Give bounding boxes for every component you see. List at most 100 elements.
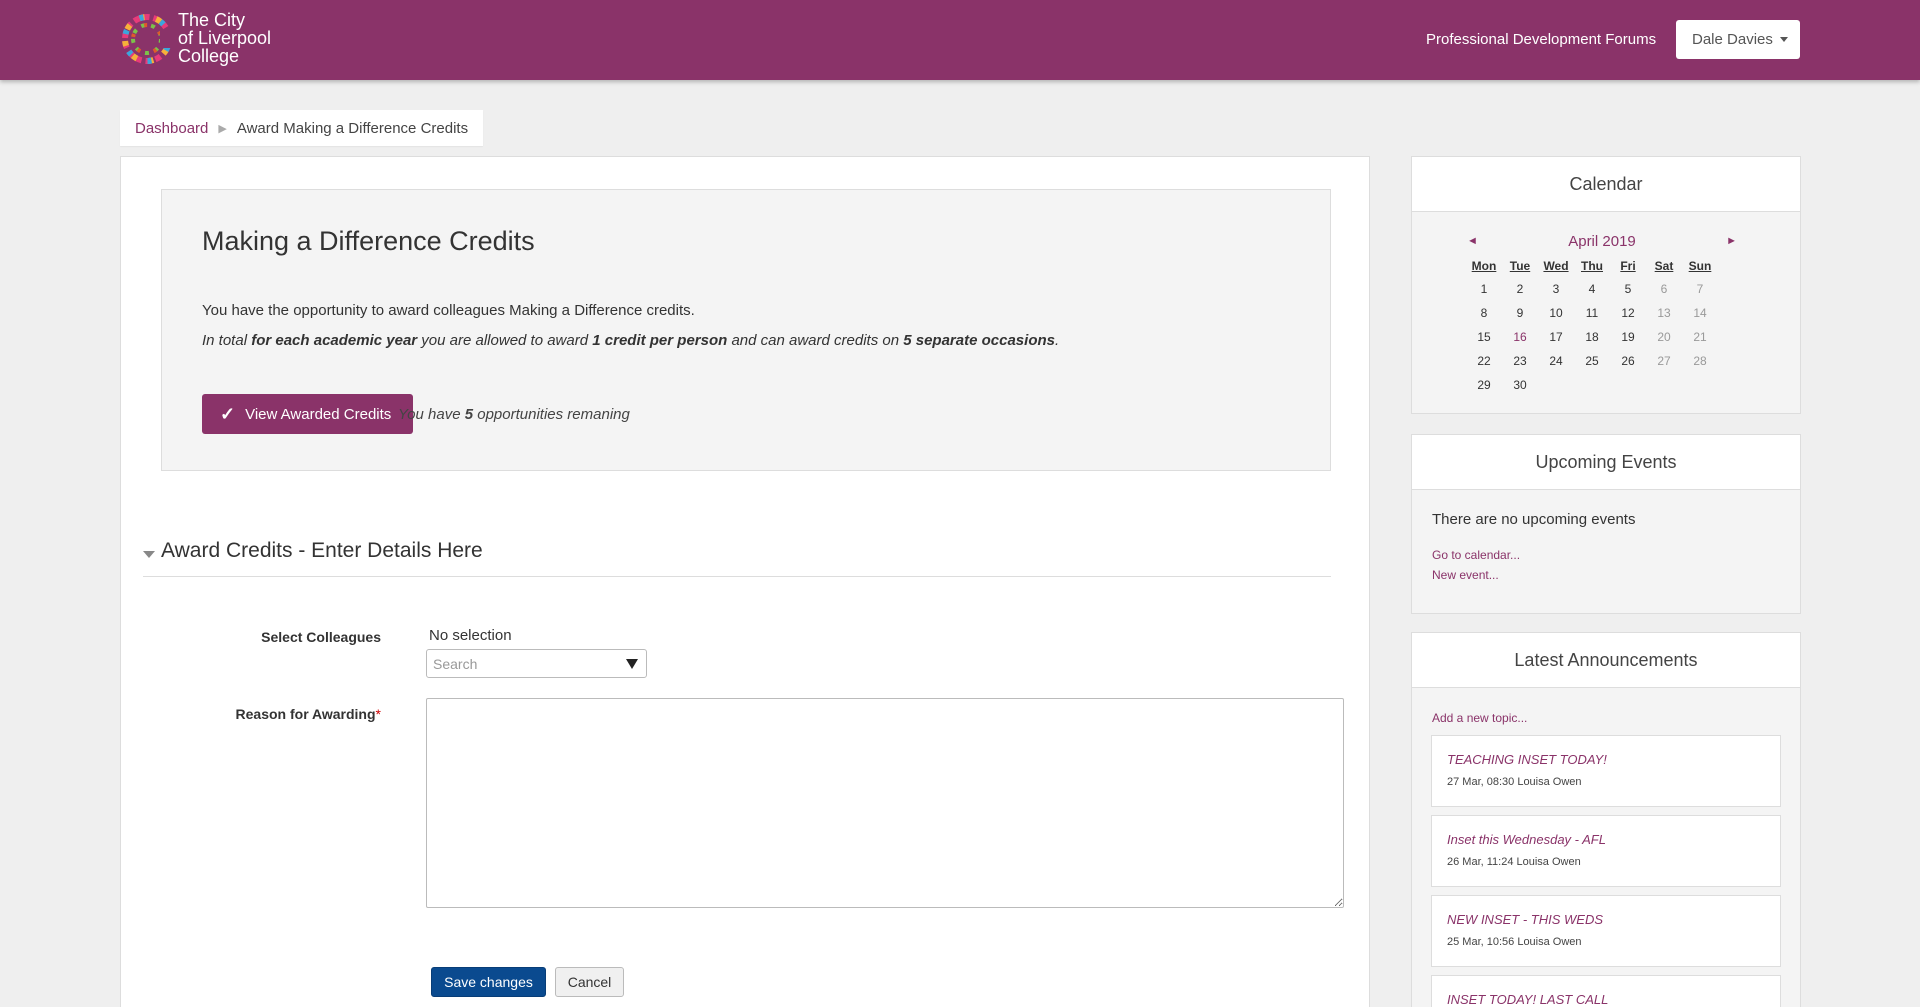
calendar-day[interactable]: 12 — [1610, 301, 1646, 325]
rules-emphasis: 5 separate occasions — [903, 332, 1055, 349]
new-event-link[interactable]: New event... — [1432, 568, 1499, 582]
rules-emphasis: for each academic year — [251, 332, 418, 349]
breadcrumb-dashboard-link[interactable]: Dashboard — [135, 120, 208, 137]
breadcrumb-separator-icon: ▶ — [218, 122, 227, 135]
announcement-item[interactable]: Inset this Wednesday - AFL 26 Mar, 11:24… — [1431, 815, 1781, 887]
announcement-meta: 26 Mar, 11:24 Louisa Owen — [1447, 856, 1581, 868]
calendar-day[interactable]: 10 — [1538, 301, 1574, 325]
calendar-title: Calendar — [1412, 157, 1800, 212]
calendar-day[interactable]: 20 — [1646, 325, 1682, 349]
view-awarded-credits-button[interactable]: ✓ View Awarded Credits — [202, 394, 413, 434]
collapse-triangle-icon — [143, 551, 155, 558]
calendar-week-row: 1234567 — [1466, 277, 1718, 301]
announcement-item[interactable]: NEW INSET - THIS WEDS 25 Mar, 10:56 Loui… — [1431, 895, 1781, 967]
breadcrumb-current: Award Making a Difference Credits — [236, 119, 469, 137]
calendar-day[interactable]: 25 — [1574, 349, 1610, 373]
save-changes-button[interactable]: Save changes — [431, 967, 546, 997]
calendar-day[interactable]: 13 — [1646, 301, 1682, 325]
weekday-header: Wed — [1543, 259, 1569, 273]
section-title: Award Credits - Enter Details Here — [161, 539, 483, 562]
brand-line: The City — [178, 10, 246, 30]
calendar-day[interactable]: 11 — [1574, 301, 1610, 325]
calendar-day[interactable]: 28 — [1682, 349, 1718, 373]
cancel-button[interactable]: Cancel — [555, 967, 624, 997]
rules-text: In total — [202, 332, 252, 349]
calendar-day[interactable]: 14 — [1682, 301, 1718, 325]
calendar-day[interactable]: 24 — [1538, 349, 1574, 373]
latest-announcements-block: Latest Announcements Add a new topic... … — [1411, 632, 1801, 1007]
calendar-block: Calendar ◄ April 2019 ► Mon Tue Wed Thu … — [1411, 156, 1801, 414]
announcement-item[interactable]: TEACHING INSET TODAY! 27 Mar, 08:30 Loui… — [1431, 735, 1781, 807]
top-navbar: The City of Liverpool College Profession… — [0, 0, 1920, 80]
dropdown-arrow-icon — [626, 659, 638, 669]
announcement-title[interactable]: INSET TODAY! LAST CALL — [1447, 992, 1608, 1007]
rules-emphasis: 1 credit per person — [592, 332, 728, 349]
next-month-icon[interactable]: ► — [1726, 235, 1737, 247]
announcement-title[interactable]: Inset this Wednesday - AFL — [1447, 832, 1606, 847]
calendar-day — [1538, 373, 1574, 397]
calendar-day[interactable]: 26 — [1610, 349, 1646, 373]
calendar-day[interactable]: 2 — [1502, 277, 1538, 301]
main-content: Making a Difference Credits You have the… — [120, 156, 1370, 1007]
logo-mark-icon — [122, 14, 174, 64]
calendar-day[interactable]: 29 — [1466, 373, 1502, 397]
intro-rules-text: In total for each academic year you are … — [202, 332, 1059, 349]
required-asterisk: * — [375, 706, 381, 722]
calendar-day — [1610, 373, 1646, 397]
calendar-day[interactable]: 21 — [1682, 325, 1718, 349]
calendar-day[interactable]: 4 — [1574, 277, 1610, 301]
go-to-calendar-link[interactable]: Go to calendar... — [1432, 548, 1520, 562]
calendar-day[interactable]: 27 — [1646, 349, 1682, 373]
rules-text: you are allowed to award — [417, 332, 593, 349]
weekday-header: Mon — [1471, 259, 1497, 273]
calendar-day[interactable]: 7 — [1682, 277, 1718, 301]
award-credits-section-toggle[interactable]: Award Credits - Enter Details Here — [143, 537, 1331, 577]
calendar-day — [1646, 373, 1682, 397]
rules-text: . — [1055, 332, 1060, 349]
professional-development-forums-link[interactable]: Professional Development Forums — [1426, 31, 1656, 48]
calendar-day[interactable]: 22 — [1466, 349, 1502, 373]
calendar-day — [1682, 373, 1718, 397]
calendar-day[interactable]: 3 — [1538, 277, 1574, 301]
calendar-day[interactable]: 9 — [1502, 301, 1538, 325]
page-title: Making a Difference Credits — [202, 226, 535, 256]
check-icon: ✓ — [220, 403, 236, 424]
calendar-month-label[interactable]: April 2019 — [1467, 233, 1737, 250]
calendar-day[interactable]: 5 — [1610, 277, 1646, 301]
calendar-day[interactable]: 16 — [1502, 325, 1538, 349]
weekday-header: Thu — [1581, 259, 1603, 273]
search-placeholder: Search — [433, 656, 478, 672]
announcement-title[interactable]: NEW INSET - THIS WEDS — [1447, 912, 1603, 927]
calendar-week-row: 29 30 — [1466, 373, 1718, 397]
weekday-header: Tue — [1509, 259, 1531, 273]
latest-announcements-title: Latest Announcements — [1412, 633, 1800, 688]
rules-text: and can award credits on — [727, 332, 904, 349]
calendar-day[interactable]: 15 — [1466, 325, 1502, 349]
calendar-day[interactable]: 8 — [1466, 301, 1502, 325]
add-new-topic-link[interactable]: Add a new topic... — [1432, 711, 1527, 725]
upcoming-events-block: Upcoming Events There are no upcoming ev… — [1411, 434, 1801, 614]
calendar-day[interactable]: 19 — [1610, 325, 1646, 349]
reason-textarea[interactable] — [426, 698, 1344, 908]
user-name: Dale Davies — [1692, 31, 1773, 48]
brand-line: College — [178, 46, 240, 66]
no-selection-text: No selection — [429, 627, 512, 644]
calendar-day[interactable]: 6 — [1646, 277, 1682, 301]
colleague-search-select[interactable]: Search — [426, 649, 647, 678]
announcement-title[interactable]: TEACHING INSET TODAY! — [1447, 752, 1607, 767]
brand-line: of Liverpool — [178, 28, 272, 48]
calendar-day[interactable]: 17 — [1538, 325, 1574, 349]
calendar-day[interactable]: 18 — [1574, 325, 1610, 349]
no-events-text: There are no upcoming events — [1432, 511, 1636, 528]
select-colleagues-label: Select Colleagues — [261, 629, 381, 645]
announcement-meta: 27 Mar, 08:30 Louisa Owen — [1447, 776, 1582, 788]
calendar-day[interactable]: 1 — [1466, 277, 1502, 301]
college-logo[interactable]: The City of Liverpool College — [120, 10, 271, 68]
calendar-day — [1574, 373, 1610, 397]
calendar-day[interactable]: 30 — [1502, 373, 1538, 397]
calendar-day[interactable]: 23 — [1502, 349, 1538, 373]
announcement-item[interactable]: INSET TODAY! LAST CALL — [1431, 975, 1781, 1007]
reason-for-awarding-label: Reason for Awarding* — [121, 706, 381, 722]
user-menu-button[interactable]: Dale Davies — [1676, 20, 1800, 59]
weekday-header: Sat — [1654, 259, 1674, 273]
